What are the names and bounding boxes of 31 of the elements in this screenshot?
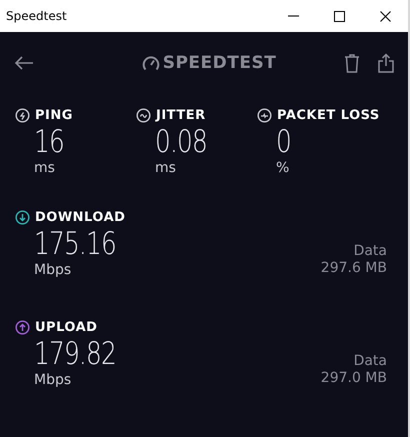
trash-button[interactable] <box>344 53 360 73</box>
metric-unit: % <box>276 161 290 175</box>
metric-label: PACKET LOSS <box>277 108 380 123</box>
speed-unit: Mbps <box>34 263 72 277</box>
speed-label: DOWNLOAD <box>35 210 126 225</box>
data-amount: 297.6 MB <box>320 260 387 277</box>
maximize-icon <box>334 10 344 22</box>
speed-value: 175.16 <box>34 225 116 263</box>
metric-value: 0 <box>276 123 292 161</box>
back-arrow-icon <box>14 55 34 71</box>
share-button[interactable] <box>378 53 394 73</box>
back-button[interactable] <box>14 55 34 71</box>
gauge-icon <box>142 55 160 71</box>
metric-unit: ms <box>34 161 56 175</box>
speed-label: UPLOAD <box>35 320 98 335</box>
logo-text: SPEEDTEST <box>162 53 276 73</box>
metric-label: JITTER <box>156 108 206 123</box>
metric-unit: ms <box>155 161 177 175</box>
minimize-icon <box>288 15 298 17</box>
speed-value: 179.82 <box>34 335 116 373</box>
data-amount: 297.0 MB <box>320 370 387 387</box>
speed-unit: Mbps <box>34 373 72 387</box>
window-title: Speedtest <box>5 9 68 23</box>
data-label: Data <box>354 353 387 370</box>
metric-label: PING <box>35 108 73 123</box>
close-icon <box>380 10 390 22</box>
share-icon <box>378 53 394 73</box>
trash-icon <box>344 53 360 73</box>
data-label: Data <box>354 243 387 260</box>
metric-value: 0.08 <box>155 123 208 161</box>
metric-value: 16 <box>34 123 65 161</box>
